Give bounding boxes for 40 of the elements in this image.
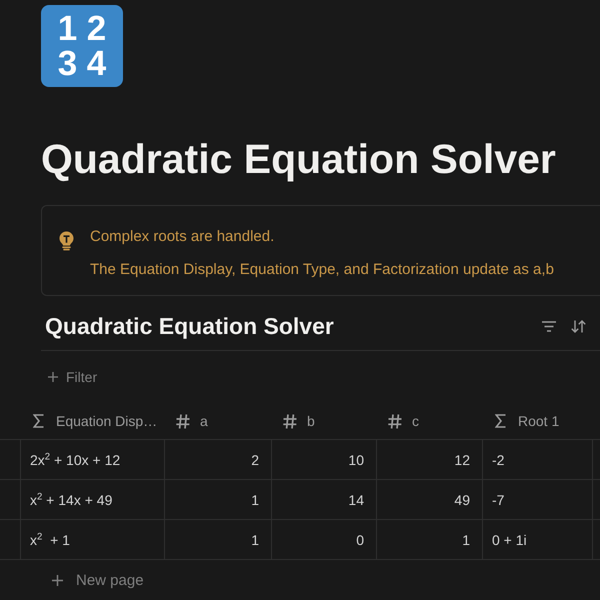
table-cell: -2 xyxy=(483,440,593,479)
page-title: Quadratic Equation Solver xyxy=(41,135,556,184)
table-cell: 0 + 1i xyxy=(483,520,593,559)
column-header[interactable]: a xyxy=(165,403,272,439)
callout-text: The Equation Display, Equation Type, and Factorization update as a,b xyxy=(90,260,554,280)
column-header[interactable]: Root 1 xyxy=(483,403,593,439)
table-cell: 14 xyxy=(272,480,377,519)
plus-icon xyxy=(52,574,63,586)
table-cell: 0 xyxy=(272,520,377,559)
table-cell: 49 xyxy=(377,480,483,519)
number-icon xyxy=(388,414,402,428)
lightbulb-icon xyxy=(59,231,74,251)
table-cell: x$^{2}$ + 14x + 49 xyxy=(21,480,165,519)
number-icon xyxy=(176,414,190,428)
filter-button[interactable]: Filter xyxy=(48,363,102,391)
table-cell: 12 xyxy=(377,440,483,479)
table-cell: x$^{2}$ + 1 xyxy=(21,520,165,559)
icon-digit: 3 xyxy=(58,46,78,81)
plus-icon xyxy=(48,372,58,382)
filter-icon[interactable] xyxy=(542,320,556,332)
sigma-icon xyxy=(33,414,44,428)
number-icon xyxy=(283,414,297,428)
database-title: Quadratic Equation Solver xyxy=(45,312,334,341)
icon-digit: 4 xyxy=(86,46,106,81)
column-header[interactable]: c xyxy=(377,403,483,439)
table-cell: -7 xyxy=(483,480,593,519)
new-page-button[interactable]: New page xyxy=(52,566,148,594)
sigma-icon xyxy=(495,414,506,428)
table-cell: 1 xyxy=(165,520,272,559)
column-header[interactable]: Equation Disp… xyxy=(21,403,165,439)
sort-icon[interactable] xyxy=(571,320,586,332)
callout-text: Complex roots are handled. xyxy=(90,227,274,247)
column-header[interactable]: b xyxy=(272,403,377,439)
table-cell: 1 xyxy=(377,520,483,559)
table-cell: 1 xyxy=(165,480,272,519)
table-cell: 10 xyxy=(272,440,377,479)
table-cell: 2 xyxy=(165,440,272,479)
icon-digit: 2 xyxy=(86,11,106,46)
icon-digit: 1 xyxy=(58,11,78,46)
table-cell: 2x$^{2}$ + 10x + 12 xyxy=(21,440,165,479)
